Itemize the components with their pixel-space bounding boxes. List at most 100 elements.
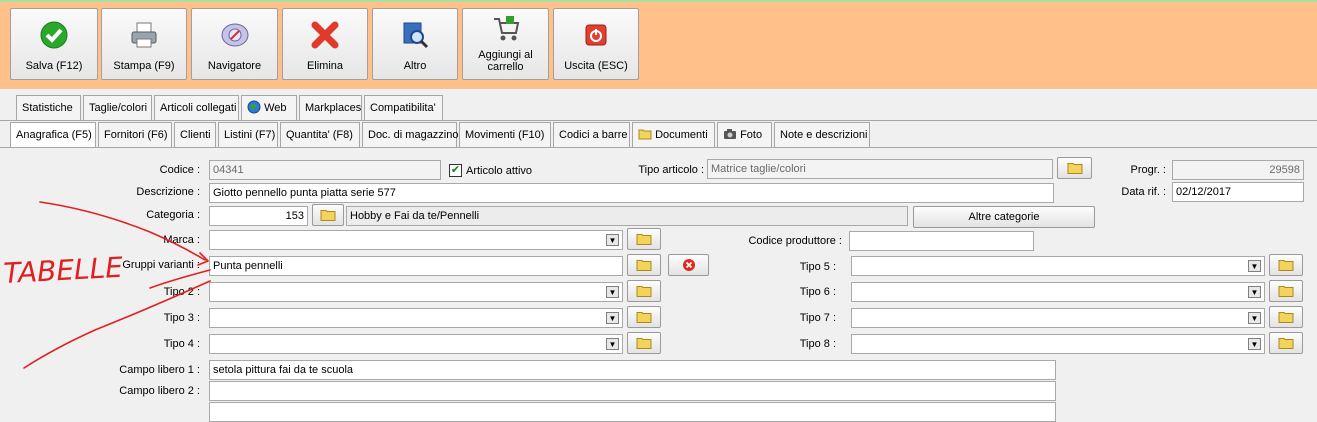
tipo7-select[interactable]: ▼	[851, 308, 1265, 328]
power-icon	[585, 24, 607, 46]
main-tab-bar: Anagrafica (F5) Fornitori (F6) Clienti L…	[0, 122, 1317, 147]
tipo5-label: Tipo 5 :	[799, 261, 836, 273]
tipo2-label: Tipo 2 :	[163, 286, 200, 298]
tab-anagrafica[interactable]: Anagrafica (F5)	[10, 122, 96, 147]
add-to-cart-label-line2: carrello	[487, 61, 524, 73]
print-button[interactable]: Stampa (F9)	[101, 8, 187, 80]
marca-folder-button[interactable]	[627, 228, 661, 250]
other-button[interactable]: Altro	[372, 8, 458, 80]
campo-libero-1-label: Campo libero 1 :	[119, 364, 200, 376]
tab-clienti[interactable]: Clienti	[174, 122, 216, 147]
tipo8-label: Tipo 8 :	[799, 338, 836, 350]
categoria-label: Categoria :	[146, 209, 200, 221]
descrizione-field[interactable]: Giotto pennello punta piatta serie 577	[209, 183, 1054, 203]
camera-icon	[724, 129, 736, 139]
tipo-articolo-folder-button[interactable]	[1057, 157, 1092, 179]
tab-note-descrizioni[interactable]: Note e descrizioni	[774, 122, 870, 147]
tipo7-label: Tipo 7 :	[799, 312, 836, 324]
tab-fornitori[interactable]: Fornitori (F6)	[98, 122, 172, 147]
categoria-folder-button[interactable]	[312, 204, 344, 226]
chevron-down-icon[interactable]: ▼	[1248, 286, 1261, 298]
codice-produttore-label: Codice produttore :	[748, 235, 842, 247]
secondary-tab-bar: Statistiche Taglie/colori Articoli colle…	[0, 95, 1317, 120]
tab-taglie-colori[interactable]: Taglie/colori	[83, 95, 152, 120]
tab-divider-main	[0, 147, 1317, 148]
codice-produttore-field[interactable]	[849, 231, 1034, 251]
tipo8-folder-button[interactable]	[1269, 332, 1303, 354]
tipo5-folder-button[interactable]	[1269, 254, 1303, 276]
tab-statistiche[interactable]: Statistiche	[16, 95, 81, 120]
save-button[interactable]: Salva (F12)	[10, 8, 98, 80]
tab-compatibilita[interactable]: Compatibilita'	[364, 95, 443, 120]
campo-libero-1-field[interactable]: setola pittura fai da te scuola	[209, 360, 1056, 380]
tab-documenti[interactable]: Documenti	[632, 122, 715, 147]
folder-icon	[1067, 163, 1082, 174]
tipo-articolo-field[interactable]: Matrice taglie/colori	[707, 159, 1053, 179]
folder-icon	[638, 129, 652, 140]
folder-icon	[636, 234, 652, 245]
tipo7-folder-button[interactable]	[1269, 306, 1303, 328]
campo-libero-3-field[interactable]	[209, 402, 1056, 422]
tab-doc-magazzino[interactable]: Doc. di magazzino	[362, 122, 459, 147]
tipo-articolo-label: Tipo articolo :	[638, 164, 704, 176]
magnifier-icon	[403, 22, 429, 49]
delete-button[interactable]: Elimina	[282, 8, 368, 80]
tab-markplaces[interactable]: Markplaces	[299, 95, 362, 120]
chevron-down-icon[interactable]: ▼	[1248, 312, 1261, 324]
save-label: Salva (F12)	[25, 60, 83, 72]
tipo2-folder-button[interactable]	[627, 280, 661, 302]
codice-label: Codice :	[159, 164, 200, 176]
articolo-attivo-checkbox[interactable]: ✔	[449, 164, 462, 177]
chevron-down-icon[interactable]: ▼	[1248, 338, 1261, 350]
delete-label: Elimina	[306, 60, 344, 72]
tipo4-select[interactable]: ▼	[209, 334, 623, 354]
tab-foto[interactable]: Foto	[717, 122, 772, 147]
tipo8-select[interactable]: ▼	[851, 334, 1265, 354]
tipo5-select[interactable]: ▼	[851, 256, 1265, 276]
gruppi-varianti-folder-button[interactable]	[627, 254, 661, 276]
marca-label: Marca :	[163, 234, 200, 246]
folder-icon	[320, 210, 336, 221]
folder-icon	[636, 260, 652, 271]
tipo6-select[interactable]: ▼	[851, 282, 1265, 302]
chevron-down-icon[interactable]: ▼	[606, 234, 619, 246]
folder-icon	[1278, 338, 1294, 349]
tab-articoli-collegati[interactable]: Articoli collegati	[154, 95, 239, 120]
campo-libero-2-field[interactable]	[209, 381, 1056, 401]
tipo2-select[interactable]: ▼	[209, 282, 623, 302]
other-label: Altro	[403, 60, 427, 72]
tipo6-folder-button[interactable]	[1269, 280, 1303, 302]
compass-icon	[221, 23, 248, 47]
tab-web[interactable]: Web	[241, 95, 297, 120]
campo-libero-2-label: Campo libero 2 :	[119, 385, 200, 397]
categoria-code-field[interactable]: 153	[209, 206, 308, 226]
folder-icon	[1278, 260, 1294, 271]
tipo3-folder-button[interactable]	[627, 306, 661, 328]
folder-icon	[1278, 286, 1294, 297]
gruppi-varianti-field[interactable]: Punta pennelli	[209, 256, 623, 276]
data-rif-field[interactable]: 02/12/2017	[1172, 182, 1304, 202]
chevron-down-icon[interactable]: ▼	[606, 312, 619, 324]
tab-listini[interactable]: Listini (F7)	[218, 122, 278, 147]
altre-categorie-button[interactable]: Altre categorie	[913, 206, 1095, 228]
tab-movimenti[interactable]: Movimenti (F10)	[459, 122, 551, 147]
progr-field[interactable]: 29598	[1172, 160, 1304, 180]
tipo4-folder-button[interactable]	[627, 332, 661, 354]
chevron-down-icon[interactable]: ▼	[606, 286, 619, 298]
printer-icon	[131, 22, 157, 48]
add-to-cart-button[interactable]: Aggiungi al carrello	[462, 8, 549, 80]
marca-select[interactable]: ▼	[209, 230, 623, 250]
tab-quantita[interactable]: Quantita' (F8)	[280, 122, 360, 147]
navigator-button[interactable]: Navigatore	[191, 8, 278, 80]
codice-field[interactable]: 04341	[209, 160, 441, 180]
categoria-name-field[interactable]: Hobby e Fai da te/Pennelli	[346, 206, 908, 226]
clear-x-icon	[682, 259, 695, 271]
chevron-down-icon[interactable]: ▼	[606, 338, 619, 350]
checkmark-icon	[40, 21, 68, 49]
tipo3-select[interactable]: ▼	[209, 308, 623, 328]
folder-icon	[1278, 312, 1294, 323]
tab-codici-barre[interactable]: Codici a barre	[553, 122, 630, 147]
exit-button[interactable]: Uscita (ESC)	[553, 8, 639, 80]
chevron-down-icon[interactable]: ▼	[1248, 260, 1261, 272]
navigator-label: Navigatore	[207, 60, 262, 72]
